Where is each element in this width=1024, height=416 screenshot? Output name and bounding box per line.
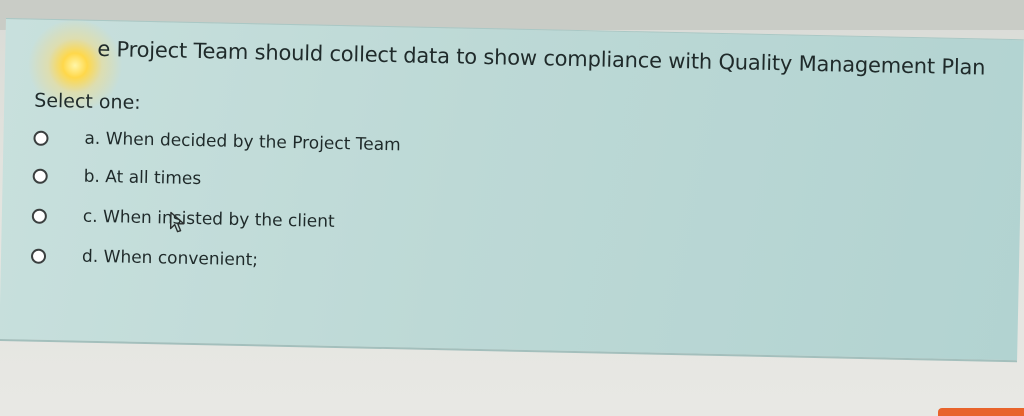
answer-option-d[interactable]: d. When convenient; — [30, 246, 259, 271]
radio-button-icon[interactable] — [31, 208, 48, 224]
select-one-prompt: Select one: — [34, 89, 141, 114]
answer-option-b[interactable]: b. At all times — [32, 166, 202, 190]
radio-button-icon[interactable] — [33, 130, 49, 146]
answer-option-label: d. When convenient; — [81, 246, 259, 271]
answer-option-a[interactable]: a. When decided by the Project Team — [33, 128, 401, 156]
answer-option-label: b. At all times — [83, 166, 202, 190]
radio-button-icon[interactable] — [32, 168, 48, 184]
orange-tab[interactable] — [938, 408, 1024, 416]
answer-option-label: c. When insisted by the client — [82, 206, 335, 232]
mouse-cursor-icon — [169, 211, 185, 233]
question-panel: e Project Team should collect data to sh… — [0, 18, 1024, 363]
answer-option-label: a. When decided by the Project Team — [84, 128, 401, 156]
radio-button-icon[interactable] — [30, 248, 47, 264]
question-text: e Project Team should collect data to sh… — [97, 36, 986, 80]
